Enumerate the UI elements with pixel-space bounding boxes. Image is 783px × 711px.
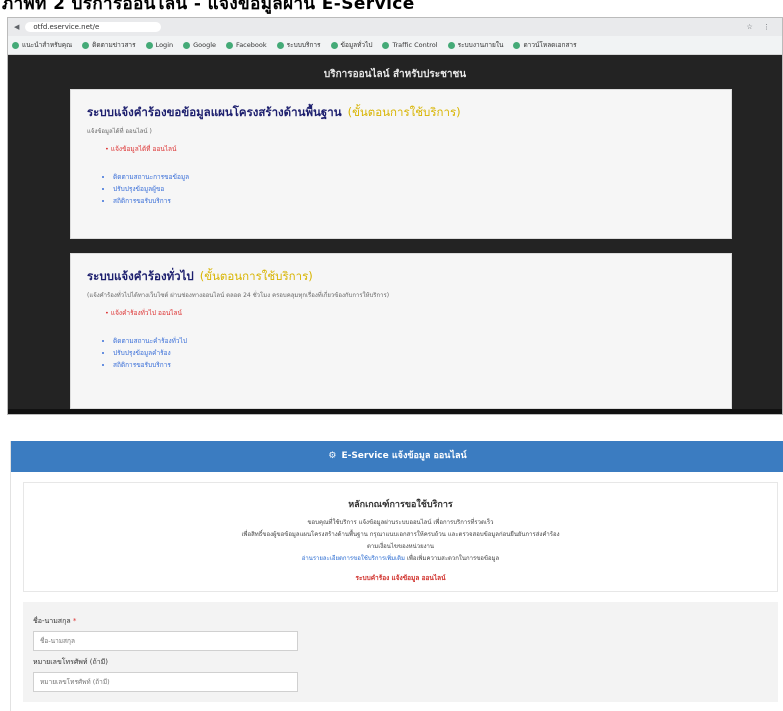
eservice-form-screenshot: ⚙ E-Service แจ้งข้อมูล ออนไลน์ หลักเกณฑ์ก… (10, 441, 783, 711)
browser-toolbar: ◀ otfd.eservice.net/e ☆ ⋮ (8, 18, 782, 36)
phone-label: หมายเลขโทรศัพท์ (ถ้ามี) (33, 658, 109, 666)
track-status-link[interactable]: ติดตามสถานะคำร้องทั่วไป (113, 336, 715, 346)
details-link[interactable]: อ่านรายละเอียดการขอใช้บริการเพิ่มเติม (302, 555, 405, 562)
update-info-link[interactable]: ปรับปรุงข้อมูลผู้ขอ (113, 184, 715, 194)
form-fields: ชื่อ-นามสกุล * หมายเลขโทรศัพท์ (ถ้ามี) (23, 602, 778, 702)
services-page: บริการออนไลน์ สำหรับประชาชน ระบบแจ้งคำร้… (8, 55, 782, 414)
address-bar[interactable]: otfd.eservice.net/e (25, 22, 162, 32)
card-link-list: ติดตามสถานะการขอข้อมูล ปรับปรุงข้อมูลผู้… (105, 172, 715, 206)
page-heading-text: ภาพที่ 2 บริการออนไลน์ - แจ้งข้อมูลผ่าน … (2, 0, 415, 14)
online-request-link[interactable]: แจ้งคำร้องทั่วไป ออนไลน์ (105, 308, 715, 318)
bookmark-item[interactable]: Facebook (226, 41, 267, 49)
back-icon[interactable]: ◀ (14, 23, 19, 31)
statistics-link[interactable]: สถิติการขอรับบริการ (113, 196, 715, 206)
notice-line: ขอบคุณที่ใช้บริการ แจ้งข้อมูลผ่านระบบออน… (307, 519, 494, 526)
general-request-card: ระบบแจ้งคำร้องทั่วไป (ขั้นตอนการใช้บริการ… (70, 253, 732, 409)
card-title: ระบบแจ้งคำร้องขอข้อมูลแผนโครงสร้างด้านพื… (87, 105, 461, 119)
name-field[interactable] (33, 631, 298, 651)
bookmarks-bar: แนะนำสำหรับคุณ ติดตามข่าวสาร Login Googl… (8, 36, 782, 55)
steps-link[interactable]: (ขั้นตอนการใช้บริการ) (200, 269, 313, 283)
online-request-link[interactable]: แจ้งข้อมูลได้ที่ ออนไลน์ (105, 144, 715, 154)
statistics-link[interactable]: สถิติการขอรับบริการ (113, 360, 715, 370)
bookmark-item[interactable]: Traffic Control (382, 41, 438, 49)
service-rules-notice: หลักเกณฑ์การขอใช้บริการ ขอบคุณที่ใช้บริก… (23, 482, 778, 592)
bookmark-item[interactable]: ระบบบริการ (276, 40, 321, 50)
track-status-link[interactable]: ติดตามสถานะการขอข้อมูล (113, 172, 715, 182)
card-title: ระบบแจ้งคำร้องทั่วไป (ขั้นตอนการใช้บริการ… (87, 269, 313, 283)
bookmark-item[interactable]: ระบบงานภายใน (447, 40, 503, 50)
phone-field[interactable] (33, 672, 298, 692)
update-info-link[interactable]: ปรับปรุงข้อมูลคำร้อง (113, 348, 715, 358)
name-label: ชื่อ-นามสกุล * (33, 617, 77, 625)
notice-line: ตามเงื่อนไขของหน่วยงาน (366, 543, 434, 550)
bookmark-item[interactable]: Login (145, 41, 173, 49)
bookmark-item[interactable]: ติดตามข่าวสาร (82, 40, 136, 50)
services-screenshot: ◀ otfd.eservice.net/e ☆ ⋮ แนะนำสำหรับคุณ… (7, 17, 783, 415)
notice-link-line: อ่านรายละเอียดการขอใช้บริการเพิ่มเติม เพ… (301, 555, 500, 562)
card-link-list: ติดตามสถานะคำร้องทั่วไป ปรับปรุงข้อมูลคำ… (105, 336, 715, 370)
notice-line: เพื่อสิทธิ์ของผู้ขอข้อมูลแผนโครงสร้างด้า… (241, 531, 560, 538)
notice-title: หลักเกณฑ์การขอใช้บริการ (348, 500, 453, 510)
card-description: (แจ้งคำร้องทั่วไปได้ทางเว็บไซต์ ผ่านช่อง… (87, 292, 390, 299)
form-header: ⚙ E-Service แจ้งข้อมูล ออนไลน์ (11, 441, 783, 472)
infrastructure-request-card: ระบบแจ้งคำร้องขอข้อมูลแผนโครงสร้างด้านพื… (70, 89, 732, 239)
bookmark-item[interactable]: แนะนำสำหรับคุณ (12, 40, 72, 50)
browser-menu-icon[interactable]: ☆ ⋮ (746, 23, 774, 31)
bookmark-item[interactable]: Google (183, 41, 216, 49)
gear-icon: ⚙ (328, 451, 337, 461)
card-description: แจ้งข้อมูลได้ที่ ออนไลน์ ) (87, 128, 152, 135)
steps-link[interactable]: (ขั้นตอนการใช้บริการ) (348, 105, 461, 119)
services-title: บริการออนไลน์ สำหรับประชาชน (323, 69, 467, 80)
page-footer (8, 409, 782, 414)
bookmark-item[interactable]: ข้อมูลทั่วไป (330, 40, 372, 50)
form-header-title: E-Service แจ้งข้อมูล ออนไลน์ (341, 451, 467, 461)
bookmark-item[interactable]: ดาวน์โหลดเอกสาร (513, 40, 577, 50)
system-notice: ระบบคำร้อง แจ้งข้อมูล ออนไลน์ (355, 574, 446, 582)
